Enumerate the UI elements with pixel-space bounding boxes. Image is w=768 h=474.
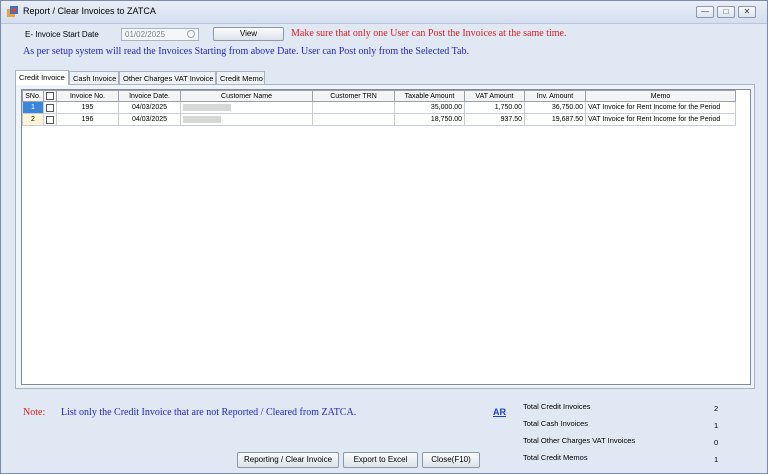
warning-message: Make sure that only one User can Post th… [291,28,567,39]
row-sno: 2 [22,113,44,126]
row-invoice-no: 195 [56,101,119,114]
col-select-all-header[interactable] [43,90,57,102]
row-customer-name [180,101,313,114]
row-invoice-no: 196 [56,113,119,126]
row-vat-amount: 1,750.00 [464,101,525,114]
tab-credit-invoice[interactable]: Credit Invoice [15,70,69,85]
col-customer-trn-header: Customer TRN [312,90,395,102]
col-customer-name-header: Customer Name [180,90,313,102]
row-customer-name [180,113,313,126]
table-row[interactable]: 1 195 04/03/2025 35,000.00 1,750.00 36,7… [22,101,736,114]
col-invoice-no-header: Invoice No. [56,90,119,102]
row-invoice-date: 04/03/2025 [118,101,181,114]
start-date-value: 01/02/2025 [125,30,166,39]
row-taxable-amount: 18,750.00 [394,113,465,126]
total-credit-invoices-label: Total Credit Invoices [523,402,591,411]
row-select-cell[interactable] [43,101,57,114]
window-title: Report / Clear Invoices to ZATCA [23,6,156,16]
row-vat-amount: 937.50 [464,113,525,126]
note-label: Note: [23,407,46,418]
redacted-customer-name [183,115,221,123]
ar-link[interactable]: AR [493,407,506,417]
row-customer-trn [312,113,395,126]
row-memo: VAT Invoice for Rent Income for the Peri… [585,113,736,126]
row-inv-amount: 36,750.00 [524,101,586,114]
total-other-charges-value: 0 [714,438,719,447]
tab-other-charges-vat-invoice[interactable]: Other Charges VAT Invoice [119,71,216,84]
col-sno-header: SNo. [22,90,44,102]
col-vat-amount-header: VAT Amount [464,90,525,102]
row-inv-amount: 19,687.50 [524,113,586,126]
total-credit-memos-value: 1 [714,455,719,464]
col-taxable-amount-header: Taxable Amount [394,90,465,102]
row-memo: VAT Invoice for Rent Income for the Peri… [585,101,736,114]
maximize-button[interactable]: □ [717,6,735,18]
redacted-customer-name [183,103,231,111]
col-inv-amount-header: Inv. Amount [524,90,586,102]
row-select-checkbox[interactable] [46,115,54,124]
total-cash-invoices-label: Total Cash Invoices [523,419,589,428]
minimize-button[interactable]: — [696,6,714,18]
close-window-button[interactable]: ✕ [738,6,756,18]
invoice-table: SNo. Invoice No. Invoice Date. Customer … [22,90,736,126]
total-credit-memos-label: Total Credit Memos [523,453,588,462]
col-memo-header: Memo [585,90,736,102]
row-customer-trn [312,101,395,114]
calendar-dropdown-icon[interactable] [187,30,195,38]
start-date-picker[interactable]: 01/02/2025 [121,28,199,41]
tab-cash-invoice[interactable]: Cash Invoice [69,71,119,84]
reporting-clear-invoice-button[interactable]: Reporting / Clear Invoice [237,452,339,468]
close-button[interactable]: Close(F10) [422,452,480,468]
start-date-label: E- Invoice Start Date [25,30,99,39]
table-header-row: SNo. Invoice No. Invoice Date. Customer … [22,90,736,102]
total-credit-invoices-value: 2 [714,404,719,413]
table-row[interactable]: 2 196 04/03/2025 18,750.00 937.50 19,687… [22,113,736,126]
col-invoice-date-header: Invoice Date. [118,90,181,102]
view-button[interactable]: View [213,27,284,41]
note-text: List only the Credit Invoice that are no… [61,407,357,418]
info-message: As per setup system will read the Invoic… [23,46,469,57]
invoice-grid[interactable]: SNo. Invoice No. Invoice Date. Customer … [21,89,751,385]
select-all-checkbox[interactable] [46,92,54,100]
tab-credit-memo[interactable]: Credit Memo [216,71,265,84]
main-window: Report / Clear Invoices to ZATCA — □ ✕ E… [0,0,768,474]
row-sno: 1 [22,101,44,114]
row-taxable-amount: 35,000.00 [394,101,465,114]
total-other-charges-label: Total Other Charges VAT Invoices [523,436,636,445]
title-bar: Report / Clear Invoices to ZATCA — □ ✕ [1,1,767,24]
export-to-excel-button[interactable]: Export to Excel [343,452,418,468]
app-icon [7,6,18,17]
total-cash-invoices-value: 1 [714,421,719,430]
row-invoice-date: 04/03/2025 [118,113,181,126]
row-select-checkbox[interactable] [46,103,54,112]
row-select-cell[interactable] [43,113,57,126]
